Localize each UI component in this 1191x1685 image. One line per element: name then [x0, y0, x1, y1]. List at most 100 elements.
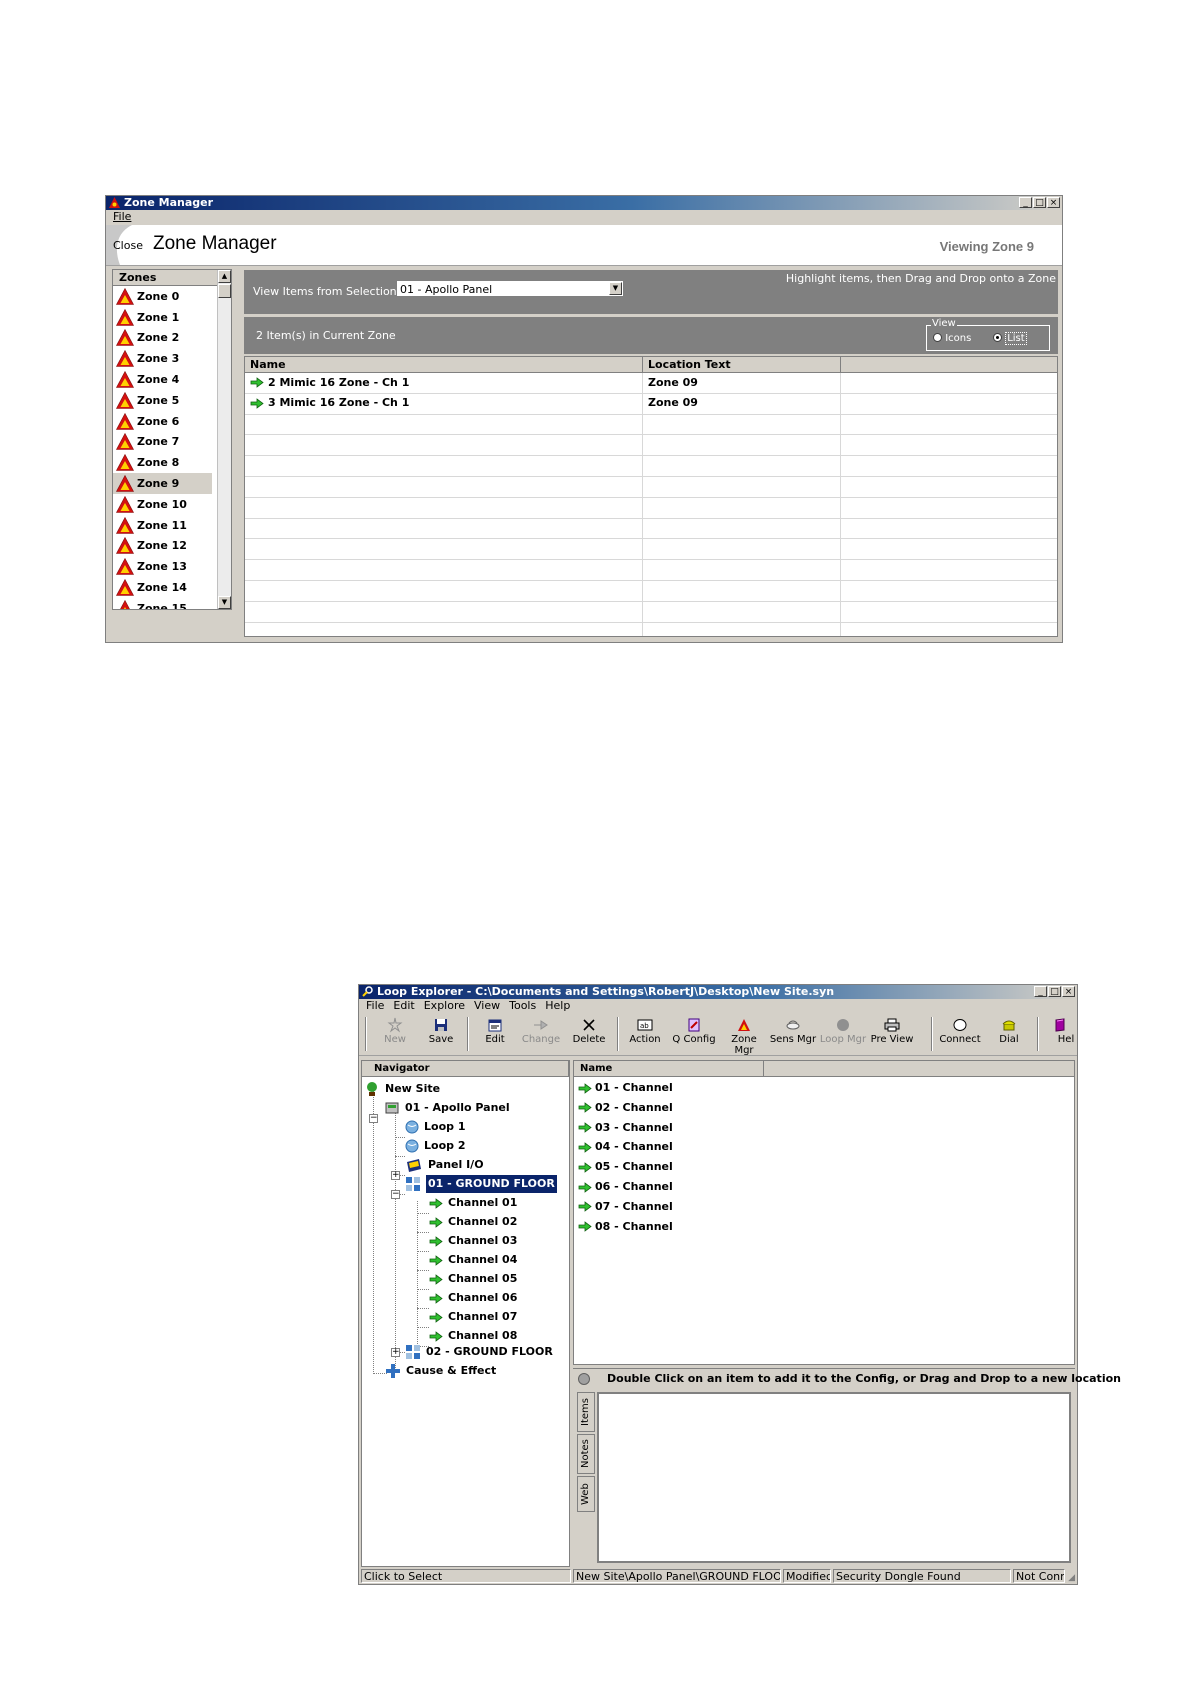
- zone-item[interactable]: Zone 11: [113, 515, 231, 536]
- tree-item-channel[interactable]: Channel 07: [429, 1308, 517, 1326]
- zones-scrollbar[interactable]: ▲ ▼: [217, 270, 231, 609]
- loop-mgr-button[interactable]: Loop Mgr: [819, 1016, 867, 1045]
- table-row[interactable]: [245, 435, 1057, 457]
- edit-button[interactable]: Edit: [477, 1016, 513, 1045]
- zone-item[interactable]: Zone 8: [113, 452, 231, 473]
- close-window-button[interactable]: ×: [1047, 197, 1060, 208]
- list-item[interactable]: 01 - Channel: [578, 1079, 673, 1097]
- tree-item-channel[interactable]: Channel 02: [429, 1213, 517, 1231]
- resize-grip-icon[interactable]: ◢: [1068, 1573, 1075, 1583]
- list-item[interactable]: 03 - Channel: [578, 1119, 673, 1137]
- list-item[interactable]: 05 - Channel: [578, 1158, 673, 1176]
- tree-item-channel[interactable]: Channel 03: [429, 1232, 517, 1250]
- zones-list[interactable]: Zones Zone 0 Zone 1 Zone 2 Zone 3 Zone 4 Zone…: [112, 269, 232, 610]
- minimize-button[interactable]: _: [1019, 197, 1032, 208]
- loop-explorer-titlebar[interactable]: Loop Explorer - C:\Documents and Setting…: [359, 985, 1077, 999]
- zone-item[interactable]: Zone 12: [113, 536, 231, 557]
- menu-view[interactable]: View: [471, 999, 506, 1013]
- zone-manager-titlebar[interactable]: Zone Manager _ □ ×: [106, 196, 1062, 210]
- new-button[interactable]: New: [377, 1016, 413, 1045]
- table-row[interactable]: 2 Mimic 16 Zone - Ch 1 Zone 09: [245, 373, 1057, 394]
- selection-combo[interactable]: 01 - Apollo Panel ▼: [396, 280, 624, 297]
- table-row[interactable]: [245, 622, 1057, 636]
- zone-item[interactable]: Zone 3: [113, 348, 231, 369]
- connect-button[interactable]: Connect: [937, 1016, 983, 1045]
- zone-item[interactable]: Zone 2: [113, 328, 231, 349]
- tree-item-loop1[interactable]: Loop 1: [405, 1118, 465, 1136]
- close-button[interactable]: Close: [113, 239, 143, 252]
- list-item[interactable]: 08 - Channel: [578, 1218, 673, 1236]
- menu-file[interactable]: File: [363, 999, 390, 1013]
- view-icons-option[interactable]: Icons: [933, 333, 971, 344]
- table-row[interactable]: [245, 539, 1057, 561]
- zone-item[interactable]: Zone 13: [113, 556, 231, 577]
- menu-file[interactable]: File: [110, 210, 137, 224]
- details-content[interactable]: [597, 1392, 1071, 1563]
- table-row[interactable]: [245, 476, 1057, 498]
- zone-item[interactable]: Zone 15: [113, 598, 231, 609]
- list-col-name[interactable]: Name: [574, 1061, 764, 1076]
- close-window-button[interactable]: ×: [1062, 986, 1075, 997]
- menu-explore[interactable]: Explore: [421, 999, 471, 1013]
- menu-tools[interactable]: Tools: [506, 999, 542, 1013]
- dial-button[interactable]: Dial: [989, 1016, 1029, 1045]
- zone-item[interactable]: Zone 7: [113, 432, 231, 453]
- collapse-ground1-toggle[interactable]: −: [391, 1190, 400, 1199]
- maximize-button[interactable]: □: [1033, 197, 1046, 208]
- tree-item-channel[interactable]: Channel 06: [429, 1289, 517, 1307]
- list-item[interactable]: 06 - Channel: [578, 1178, 673, 1196]
- sens-mgr-button[interactable]: Sens Mgr: [769, 1016, 817, 1045]
- table-row[interactable]: 3 Mimic 16 Zone - Ch 1 Zone 09: [245, 393, 1057, 415]
- tab-items[interactable]: Items: [577, 1392, 595, 1432]
- save-button[interactable]: Save: [423, 1016, 459, 1045]
- delete-button[interactable]: Delete: [569, 1016, 609, 1045]
- list-item[interactable]: 07 - Channel: [578, 1198, 673, 1216]
- table-row[interactable]: [245, 580, 1057, 602]
- zone-item[interactable]: Zone 0: [113, 286, 231, 307]
- items-grid[interactable]: Name Location Text 2 Mimic 16 Zone - Ch …: [244, 356, 1058, 637]
- zone-item[interactable]: Zone 4: [113, 369, 231, 390]
- list-item[interactable]: 02 - Channel: [578, 1099, 673, 1117]
- tree-item-loop2[interactable]: Loop 2: [405, 1137, 465, 1155]
- q-config-button[interactable]: Q Config: [671, 1016, 717, 1045]
- view-list-option[interactable]: List: [993, 332, 1027, 345]
- tree-item-channel[interactable]: Channel 05: [429, 1270, 517, 1288]
- collapse-panel-toggle[interactable]: −: [369, 1114, 378, 1123]
- zone-item[interactable]: Zone 5: [113, 390, 231, 411]
- tree-item-site[interactable]: New Site: [364, 1080, 440, 1098]
- table-row[interactable]: [245, 518, 1057, 540]
- table-row[interactable]: [245, 414, 1057, 436]
- menu-edit[interactable]: Edit: [390, 999, 420, 1013]
- maximize-button[interactable]: □: [1048, 986, 1061, 997]
- tab-notes[interactable]: Notes: [577, 1434, 595, 1474]
- table-row[interactable]: [245, 456, 1057, 477]
- change-button[interactable]: Change: [519, 1016, 563, 1045]
- zone-item[interactable]: Zone 9: [113, 473, 212, 494]
- action-button[interactable]: ab Action: [625, 1016, 665, 1045]
- expand-panel-io-toggle[interactable]: +: [391, 1171, 400, 1180]
- tree-item-panel[interactable]: 01 - Apollo Panel: [384, 1099, 510, 1117]
- radio-icons[interactable]: [933, 333, 942, 342]
- navigator-pane[interactable]: Navigator − + − + New Site 01 - Apollo P…: [361, 1060, 570, 1567]
- col-name[interactable]: Name: [245, 357, 643, 372]
- scroll-down-button[interactable]: ▼: [218, 596, 231, 609]
- table-row[interactable]: [245, 560, 1057, 581]
- tree-item-channel[interactable]: Channel 04: [429, 1251, 517, 1269]
- zone-item[interactable]: Zone 1: [113, 307, 231, 328]
- radio-list[interactable]: [993, 333, 1002, 342]
- zone-mgr-button[interactable]: Zone Mgr: [721, 1016, 767, 1056]
- zone-item[interactable]: Zone 14: [113, 577, 231, 598]
- zone-item[interactable]: Zone 10: [113, 494, 231, 515]
- expand-ground2-toggle[interactable]: +: [391, 1348, 400, 1357]
- chevron-down-icon[interactable]: ▼: [609, 282, 622, 295]
- table-row[interactable]: [245, 497, 1057, 519]
- scroll-up-button[interactable]: ▲: [218, 270, 231, 283]
- col-location[interactable]: Location Text: [643, 357, 841, 372]
- tree-item-panel-io[interactable]: Panel I/O: [405, 1156, 484, 1174]
- tree-item-channel[interactable]: Channel 01: [429, 1194, 517, 1212]
- zone-item[interactable]: Zone 6: [113, 411, 231, 432]
- pre-view-button[interactable]: Pre View: [869, 1016, 915, 1045]
- minimize-button[interactable]: _: [1034, 986, 1047, 997]
- menu-help[interactable]: Help: [542, 999, 576, 1013]
- tree-item-ground1[interactable]: 01 - GROUND FLOOR: [405, 1175, 557, 1193]
